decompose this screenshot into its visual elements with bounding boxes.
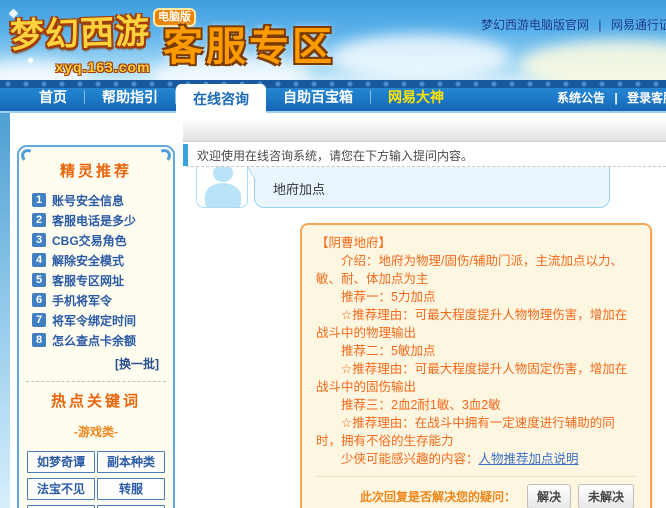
answer-bubble: 【阴曹地府】 介绍：地府为物理/固伤/辅助门派，主流加点以力、敏、耐、体加点为主…	[300, 223, 652, 508]
welcome-message: 欢迎使用在线咨询系统，请您在下方输入提问内容。	[197, 148, 474, 163]
tab-netease-dashen[interactable]: 网易大神	[371, 80, 461, 113]
site-header: 梦幻西游 电脑版 xyq.163.com 客服专区 梦幻西游电脑版官网 | 网易…	[0, 0, 666, 80]
logo-title: 梦幻西游	[9, 12, 151, 56]
refresh-batch-link[interactable]: [换一批]	[19, 355, 173, 372]
link-separator: |	[614, 91, 618, 105]
sidebar-item-token-bind-time[interactable]: 7 将军令绑定时间	[32, 310, 173, 330]
link-separator: |	[598, 18, 602, 32]
bubble-tail	[246, 167, 264, 181]
tab-home[interactable]: 首页	[22, 80, 84, 113]
feedback-question: 此次回复是否解决您的疑问：	[359, 489, 516, 504]
keyword-grid: 如梦奇谭 副本种类 法宝不见 转服 转门派消耗 神器任务	[27, 451, 165, 508]
question-text: 地府加点	[273, 182, 326, 197]
hot-keywords-title: 热点关键词	[50, 393, 141, 410]
sidebar-item-service-phone[interactable]: 2 客服电话是多少	[32, 210, 173, 230]
item-number-badge: 2	[32, 213, 46, 227]
top-links: 梦幻西游电脑版官网 | 网易通行证 | 官方论坛	[481, 16, 666, 33]
answer-divider	[316, 476, 636, 477]
answer-title: 【阴曹地府】	[316, 236, 392, 250]
sidebar-item-cbg-trade-role[interactable]: 3 CBG交易角色	[32, 230, 173, 250]
nav-right-links: 系统公告 | 登录客服 | 我的咨询	[557, 80, 666, 113]
main-content: 欢迎使用在线咨询系统，请您在下方输入提问内容。 地府加点 【阴曹地府】 介绍：地…	[183, 113, 666, 508]
answer-reason-3: ☆推荐理由：在战斗中拥有一定速度进行辅助的同时，拥有不俗的生存能力	[316, 416, 615, 448]
question-bubble: 地府加点	[246, 167, 610, 208]
solved-button[interactable]: 解决	[526, 483, 571, 508]
recommend-points-link[interactable]: 人物推荐加点说明	[479, 452, 579, 466]
left-edge-decoration	[0, 113, 10, 508]
cloud-decoration	[330, 34, 510, 80]
user-avatar	[196, 167, 248, 208]
link-system-announcement[interactable]: 系统公告	[557, 91, 605, 105]
keyword-server-transfer[interactable]: 转服	[97, 478, 165, 500]
sidebar-item-account-security[interactable]: 1 账号安全信息	[32, 190, 173, 210]
question-row: 地府加点	[186, 167, 666, 213]
link-netease-passport[interactable]: 网易通行证	[611, 18, 666, 32]
keyword-rumeng-qitan[interactable]: 如梦奇谭	[27, 451, 95, 473]
sidebar-item-remove-safe-mode[interactable]: 4 解除安全模式	[32, 250, 173, 270]
keyword-dungeon-types[interactable]: 副本种类	[97, 451, 165, 473]
item-number-badge: 4	[32, 253, 46, 267]
interest-label: 少侠可能感兴趣的内容：	[341, 452, 479, 466]
tab-online-consult[interactable]: 在线咨询	[176, 84, 266, 113]
answer-recommend-3: 推荐三：2血2耐1敏、3血2敏	[341, 398, 501, 412]
tab-self-service-toolbox[interactable]: 自助百宝箱	[266, 80, 370, 113]
answer-intro: 介绍：地府为物理/固伤/辅助门派，主流加点以力、敏、耐、体加点为主	[316, 254, 623, 286]
tab-help-guide[interactable]: 帮助指引	[85, 80, 175, 113]
avatar-torso-shape	[205, 183, 241, 207]
answer-recommend-1: 推荐一：5力加点	[341, 290, 436, 304]
answer-recommend-2: 推荐二：5敏加点	[341, 344, 436, 358]
cloud-decoration	[520, 40, 666, 80]
item-number-badge: 5	[32, 273, 46, 287]
sidebar: 精灵推荐 1 账号安全信息 2 客服电话是多少 3 CBG交易角色 4 解除安全模式 5…	[17, 145, 175, 508]
item-number-badge: 8	[32, 333, 46, 347]
link-login-service[interactable]: 登录客服	[627, 91, 666, 105]
page-title: 客服专区	[163, 25, 335, 69]
chat-area: 地府加点 【阴曹地府】 介绍：地府为物理/固伤/辅助门派，主流加点以力、敏、耐、…	[186, 166, 666, 508]
sidebar-item-service-zone-url[interactable]: 5 客服专区网址	[32, 270, 173, 290]
sidebar-item-check-card-balance[interactable]: 8 怎么查点卡余额	[32, 330, 173, 350]
item-number-badge: 6	[32, 293, 46, 307]
blue-accent-bar	[183, 144, 188, 166]
page: 梦幻西游 电脑版 xyq.163.com 客服专区 梦幻西游电脑版官网 | 网易…	[0, 0, 666, 508]
feedback-row: 此次回复是否解决您的疑问： 解决 未解决	[316, 483, 636, 508]
recommend-list: 1 账号安全信息 2 客服电话是多少 3 CBG交易角色 4 解除安全模式 5 客服专区网…	[19, 190, 173, 350]
sidebar-item-mobile-token[interactable]: 6 手机将军令	[32, 290, 173, 310]
welcome-row: 欢迎使用在线咨询系统，请您在下方输入提问内容。	[183, 144, 666, 166]
content-topbar	[183, 120, 666, 142]
avatar-head-shape	[213, 167, 233, 182]
item-number-badge: 3	[32, 233, 46, 247]
item-number-badge: 7	[32, 313, 46, 327]
nav-tabs: 首页 帮助指引 在线咨询 自助百宝箱 网易大神	[22, 80, 461, 113]
category-label: -游戏类-	[74, 425, 118, 439]
unsolved-button[interactable]: 未解决	[577, 483, 634, 508]
link-pc-official-site[interactable]: 梦幻西游电脑版官网	[481, 18, 589, 32]
answer-reason-2: ☆推荐理由：可最大程度提升人物固定伤害，增加在战斗中的固伤输出	[316, 362, 628, 394]
item-number-badge: 1	[32, 193, 46, 207]
main-nav: 首页 帮助指引 在线咨询 自助百宝箱 网易大神 系统公告 | 登录客服 | 我的…	[0, 80, 666, 113]
recommend-title: 精灵推荐	[59, 163, 132, 180]
interest-row: 少侠可能感兴趣的内容：人物推荐加点说明	[316, 450, 636, 468]
keyword-fabao-missing[interactable]: 法宝不见	[27, 478, 95, 500]
answer-reason-1: ☆推荐理由：可最大程度提升人物物理伤害，增加在战斗中的物理输出	[316, 308, 628, 340]
dashed-divider	[26, 381, 166, 382]
